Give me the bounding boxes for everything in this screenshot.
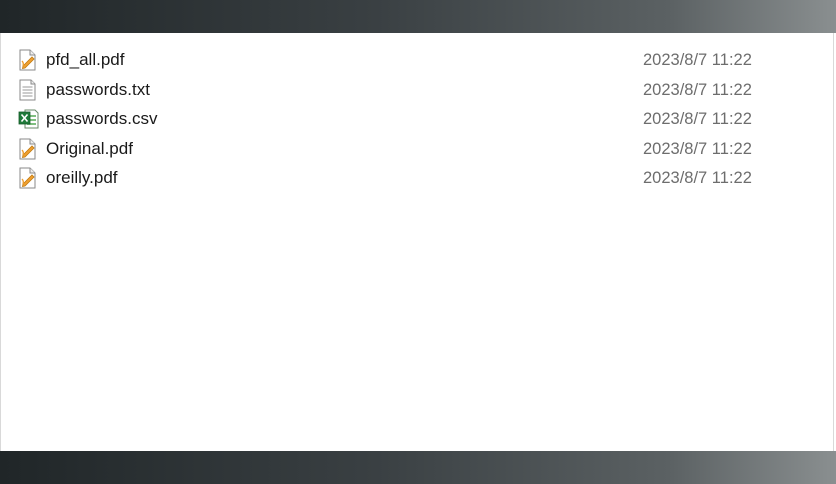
file-row-passwords-txt[interactable]: passwords.txt 2023/8/7 11:22	[1, 75, 833, 105]
file-name: passwords.csv	[46, 109, 158, 128]
file-row-pfd-all[interactable]: pfd_all.pdf 2023/8/7 11:22	[1, 45, 833, 75]
file-modified-date: 2023/8/7 11:22	[643, 169, 752, 187]
file-modified-date: 2023/8/7 11:22	[643, 110, 752, 128]
file-modified-date: 2023/8/7 11:22	[643, 80, 752, 99]
text-file-icon	[18, 79, 38, 101]
file-row-oreilly-pdf[interactable]: oreilly.pdf 2023/8/7 11:22	[1, 163, 833, 193]
pdf-icon	[18, 167, 38, 189]
file-name: pfd_all.pdf	[46, 50, 125, 69]
file-modified-date: 2023/8/7 11:22	[643, 51, 752, 69]
pdf-icon	[18, 49, 38, 71]
file-name: passwords.txt	[46, 79, 150, 99]
file-name: Original.pdf	[46, 138, 133, 158]
bottom-banner	[0, 451, 836, 484]
file-modified-date: 2023/8/7 11:22	[643, 139, 752, 158]
file-row-original-pdf[interactable]: Original.pdf 2023/8/7 11:22	[1, 134, 833, 164]
pdf-icon	[18, 138, 38, 160]
file-list: pfd_all.pdf 2023/8/7 11:22 passwords.txt…	[0, 33, 834, 451]
file-name: oreilly.pdf	[46, 168, 118, 187]
file-row-passwords-csv[interactable]: passwords.csv 2023/8/7 11:22	[1, 104, 833, 134]
top-banner	[0, 0, 836, 33]
excel-csv-icon	[18, 108, 39, 130]
